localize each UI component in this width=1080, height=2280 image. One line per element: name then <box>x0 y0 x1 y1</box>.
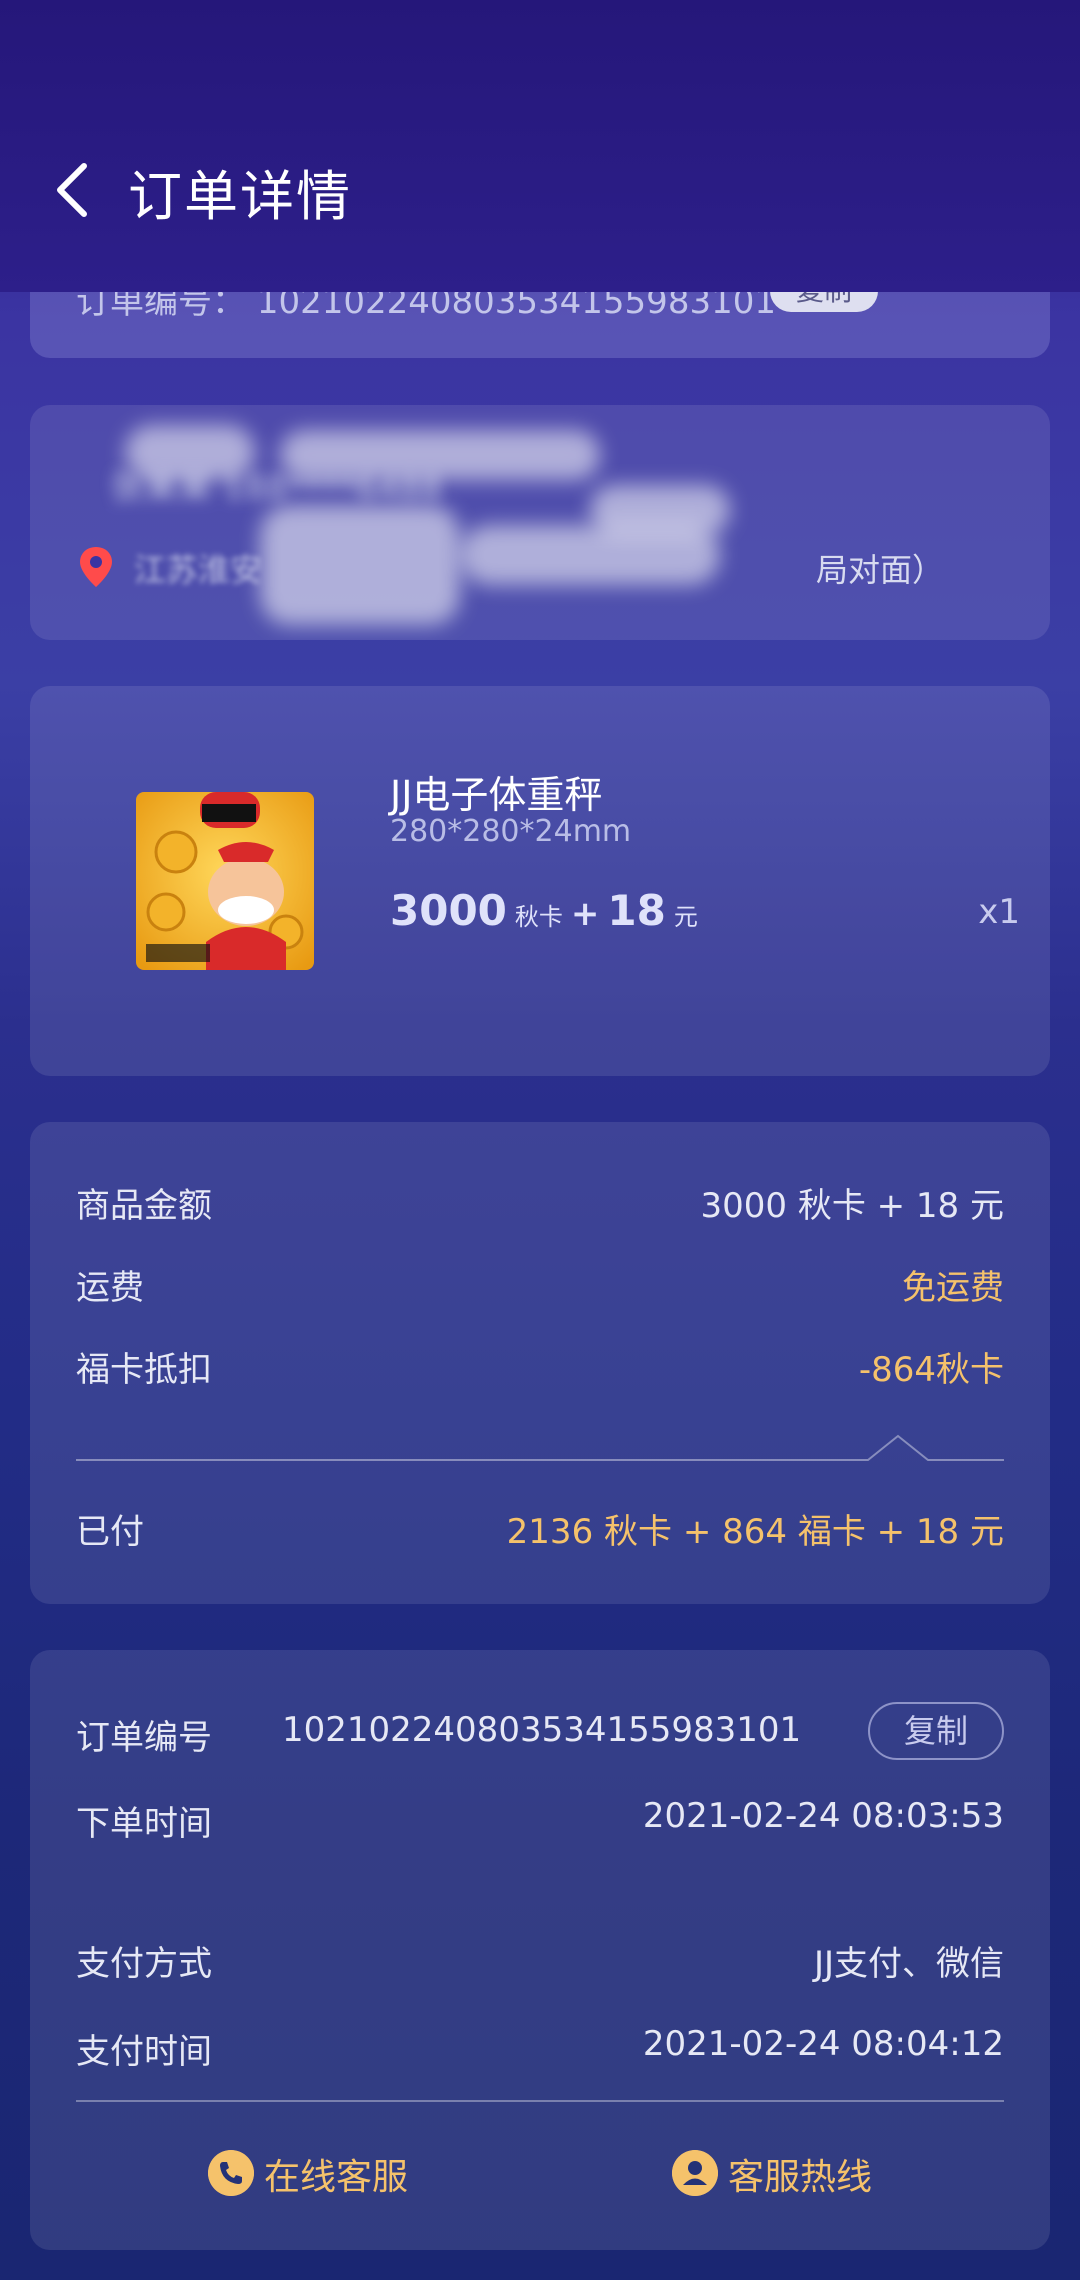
shipping-value: 免运费 <box>902 1268 1004 1308</box>
deduction-value: -864秋卡 <box>858 1350 1004 1390</box>
product-image <box>136 792 314 970</box>
top-bar: 订单详情 <box>0 0 1080 292</box>
price-plus: + <box>570 894 600 934</box>
product-card[interactable]: JJ电子体重秤 280*280*24mm 3000 秋卡 +18 元 x1 <box>30 686 1050 1076</box>
product-price: 3000 秋卡 +18 元 <box>390 886 706 935</box>
redaction-smear <box>125 425 255 480</box>
paid-label: 已付 <box>76 1512 144 1552</box>
redaction-smear <box>260 505 460 625</box>
online-service-label: 在线客服 <box>264 2157 409 2198</box>
amount-row-paid: 已付 2136 秋卡 + 864 福卡 + 18 元 <box>76 1504 1004 1554</box>
price-yuan-unit: 元 <box>673 903 698 931</box>
price-yuan: 18 <box>607 886 666 935</box>
info-row-pay-time: 支付时间 2021-02-24 08:04:12 <box>76 2024 1004 2074</box>
product-quantity: x1 <box>978 892 1020 932</box>
order-number-value: 102102240803534155983101 <box>282 1710 802 1750</box>
order-number-label: 订单编号 <box>76 1718 212 1758</box>
paid-value: 2136 秋卡 + 864 福卡 + 18 元 <box>506 1512 1004 1552</box>
pay-method-value: JJ支付、微信 <box>813 1944 1004 1984</box>
back-button[interactable] <box>46 150 106 230</box>
info-row-pay-method: 支付方式 JJ支付、微信 <box>76 1936 1004 1986</box>
phone-icon <box>208 2150 254 2196</box>
pay-method-label: 支付方式 <box>76 1944 212 1984</box>
amount-card: 商品金额 3000 秋卡 + 18 元 运费 免运费 福卡抵扣 -864秋卡 已… <box>30 1122 1050 1604</box>
person-icon <box>672 2150 718 2196</box>
redaction-smear <box>280 430 600 480</box>
page-title: 订单详情 <box>128 165 352 228</box>
goods-amount-label: 商品金额 <box>76 1186 212 1226</box>
address-card[interactable]: 张某某 188****6488 江苏淮安 局对面） <box>30 405 1050 640</box>
address-line: 江苏淮安 <box>134 551 263 589</box>
pay-time-value: 2021-02-24 08:04:12 <box>642 2024 1004 2064</box>
info-row-order-time: 下单时间 2021-02-24 08:03:53 <box>76 1796 1004 1846</box>
order-info-card: 订单编号 102102240803534155983101 复制 下单时间 20… <box>30 1650 1050 2250</box>
copy-button[interactable]: 复制 <box>868 1702 1004 1760</box>
address-tail: 局对面） <box>816 551 945 589</box>
order-time-value: 2021-02-24 08:03:53 <box>642 1796 1004 1836</box>
divider <box>76 2100 1004 2102</box>
order-time-label: 下单时间 <box>76 1804 212 1844</box>
goods-amount-value: 3000 秋卡 + 18 元 <box>700 1186 1004 1226</box>
pay-time-label: 支付时间 <box>76 2032 212 2072</box>
amount-row-goods: 商品金额 3000 秋卡 + 18 元 <box>76 1178 1004 1228</box>
divider <box>76 1434 1004 1461</box>
location-pin-icon <box>80 547 112 587</box>
info-row-order-number: 订单编号 102102240803534155983101 <box>76 1710 1004 1760</box>
product-spec: 280*280*24mm <box>390 814 632 849</box>
hotline-label: 客服热线 <box>728 2157 873 2198</box>
price-points: 3000 <box>390 886 507 935</box>
product-name: JJ电子体重秤 <box>390 773 603 817</box>
amount-row-shipping: 运费 免运费 <box>76 1260 1004 1310</box>
deduction-label: 福卡抵扣 <box>76 1350 212 1390</box>
price-points-unit: 秋卡 <box>514 903 563 931</box>
shipping-label: 运费 <box>76 1268 144 1308</box>
amount-row-deduction: 福卡抵扣 -864秋卡 <box>76 1342 1004 1392</box>
chevron-left-icon <box>57 163 87 217</box>
redaction-smear <box>590 485 730 535</box>
